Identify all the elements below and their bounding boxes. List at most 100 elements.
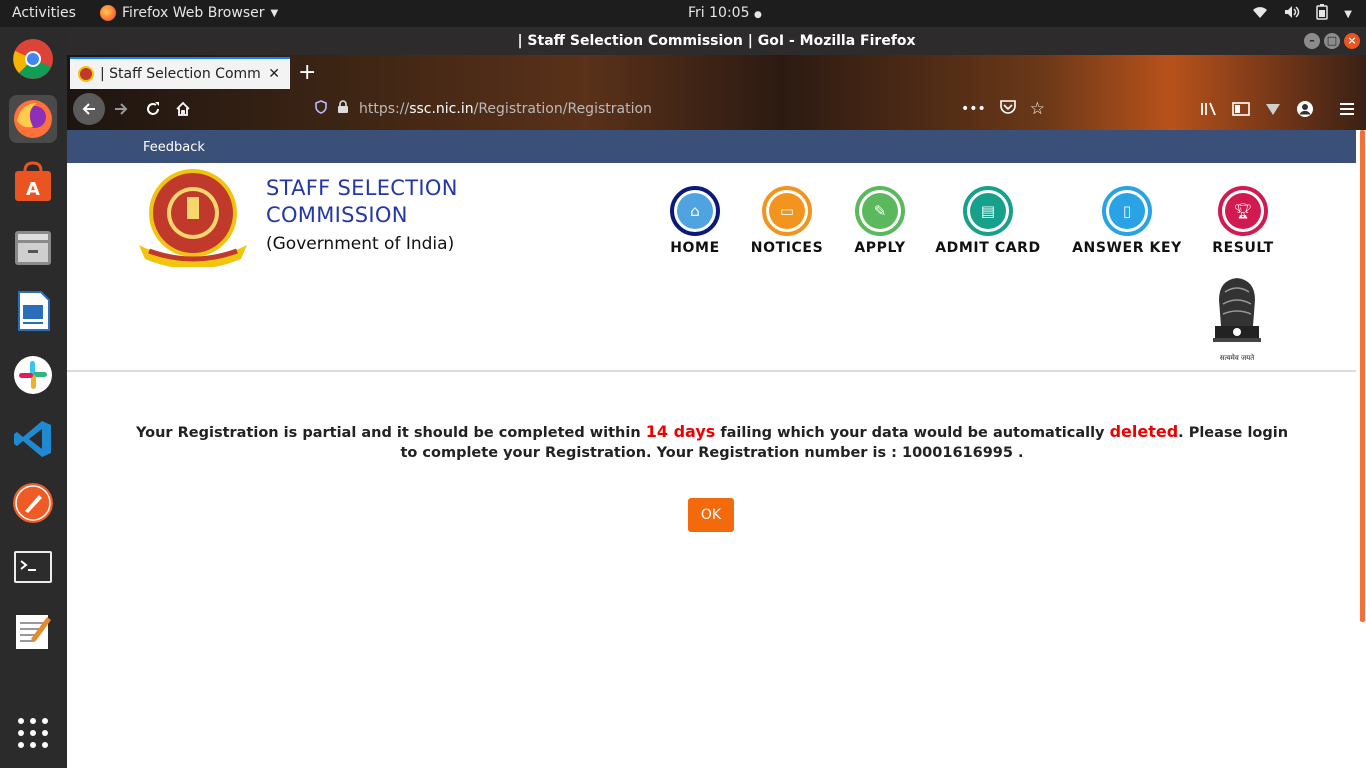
maximize-button[interactable]: □	[1324, 33, 1340, 49]
tab-title: | Staff Selection Commis	[100, 66, 260, 82]
software-launcher[interactable]: A	[9, 159, 57, 207]
notices-circle: ▭	[762, 186, 812, 236]
terminal-launcher[interactable]	[9, 543, 57, 591]
window-title-bar: | Staff Selection Commission | GoI - Moz…	[67, 27, 1366, 55]
window-title: | Staff Selection Commission | GoI - Moz…	[517, 33, 916, 49]
account-button[interactable]	[1291, 95, 1319, 123]
ok-button[interactable]: OK	[688, 498, 734, 532]
pocket-icon[interactable]	[999, 100, 1016, 118]
home-button[interactable]	[169, 95, 197, 123]
svg-text:A: A	[26, 179, 40, 200]
document-writer-icon	[18, 291, 50, 331]
close-window-button[interactable]: ×	[1344, 33, 1360, 49]
software-center-icon: A	[15, 161, 51, 201]
firefox-icon	[14, 100, 52, 138]
apply-circle: ✎	[855, 186, 905, 236]
result-circle: 🏆︎	[1218, 186, 1268, 236]
postman-launcher[interactable]	[9, 479, 57, 527]
notices-icon: ▭	[769, 193, 805, 229]
home-icon	[176, 101, 190, 116]
tracking-shield-icon[interactable]	[315, 100, 327, 118]
edit-icon: ✎	[862, 193, 898, 229]
page-actions-icon[interactable]: •••	[961, 101, 986, 117]
org-title-line2: COMMISSION	[266, 203, 408, 227]
bookmark-star-icon[interactable]: ☆	[1030, 99, 1045, 119]
app-menu-label: Firefox Web Browser	[122, 5, 265, 21]
app-grid-icon	[18, 718, 48, 748]
document-icon: ▯	[1109, 193, 1145, 229]
navigation-toolbar: https://ssc.nic.in/Registration/Registra…	[67, 89, 1366, 129]
menu-answer-key[interactable]: ▯ ANSWER KEY	[1067, 186, 1187, 256]
menu-home[interactable]: ⌂ HOME	[655, 186, 735, 256]
activities-button[interactable]: Activities	[12, 5, 76, 21]
menu-home-label: HOME	[670, 240, 720, 256]
home-icon: ⌂	[677, 193, 713, 229]
menu-notices[interactable]: ▭ NOTICES	[745, 186, 829, 256]
ssc-seal-icon	[139, 169, 247, 269]
minimize-button[interactable]: –	[1304, 33, 1320, 49]
library-icon	[1201, 102, 1216, 116]
ssc-favicon-icon	[78, 66, 94, 82]
extension-button[interactable]	[1259, 95, 1287, 123]
forward-button[interactable]	[107, 95, 135, 123]
dock: A	[0, 27, 67, 768]
menu-notices-label: NOTICES	[750, 240, 824, 256]
volume-icon	[1284, 5, 1300, 23]
chrome-icon	[13, 39, 53, 79]
message-days: 14 days	[645, 422, 716, 441]
reload-icon	[147, 102, 159, 115]
ssc-logo[interactable]	[135, 167, 251, 269]
close-tab-icon[interactable]: ✕	[268, 66, 280, 82]
admit-card-circle: ▤	[963, 186, 1013, 236]
url-host: ssc.nic.in	[409, 101, 474, 117]
app-menu[interactable]: Firefox Web Browser ▼	[100, 5, 278, 21]
menu-apply-label: APPLY	[854, 240, 906, 256]
menu-admit-card[interactable]: ▤ ADMIT CARD	[933, 186, 1043, 256]
registration-message: Your Registration is partial and it shou…	[127, 422, 1297, 463]
clock[interactable]: Fri 10:05 ●	[688, 5, 762, 21]
page-scrollbar[interactable]	[1356, 130, 1366, 768]
new-tab-button[interactable]: +	[298, 60, 316, 85]
slack-launcher[interactable]	[9, 351, 57, 399]
arrow-left-icon	[82, 103, 95, 115]
id-card-icon: ▤	[970, 193, 1006, 229]
firefox-icon	[100, 5, 116, 21]
feedback-link[interactable]: Feedback	[143, 140, 205, 155]
system-tray[interactable]: ▼	[1252, 4, 1352, 24]
sidebar-button[interactable]	[1227, 95, 1255, 123]
chevron-down-icon: ▼	[270, 7, 279, 19]
clock-text: Fri 10:05	[688, 5, 750, 21]
menu-apply[interactable]: ✎ APPLY	[840, 186, 920, 256]
menu-button[interactable]	[1333, 95, 1361, 123]
sidebar-icon	[1232, 102, 1250, 116]
menu-answer-key-label: ANSWER KEY	[1072, 240, 1182, 256]
chevron-down-icon: ▼	[1344, 8, 1352, 20]
library-button[interactable]	[1195, 95, 1223, 123]
org-subtitle: (Government of India)	[266, 234, 455, 254]
browser-tab[interactable]: | Staff Selection Commis ✕	[70, 57, 290, 89]
emblem-motto: सत्यमेव जयते	[1219, 354, 1255, 362]
back-button[interactable]	[73, 93, 105, 125]
firefox-launcher[interactable]	[9, 95, 57, 143]
lock-icon[interactable]	[337, 100, 349, 118]
menu-admit-card-label: ADMIT CARD	[935, 240, 1041, 256]
files-launcher[interactable]	[9, 223, 57, 271]
url-bar[interactable]: https://ssc.nic.in/Registration/Registra…	[309, 93, 1059, 125]
text-editor-launcher[interactable]	[9, 607, 57, 655]
url-scheme: https://	[359, 101, 410, 117]
vscode-launcher[interactable]	[9, 415, 57, 463]
show-apps-button[interactable]	[9, 709, 57, 757]
chrome-launcher[interactable]	[9, 35, 57, 83]
vscode-icon	[14, 421, 51, 457]
home-circle: ⌂	[670, 186, 720, 236]
arrow-right-icon	[115, 103, 128, 115]
national-emblem: सत्यमेव जयते	[1209, 274, 1265, 362]
scrollbar-thumb[interactable]	[1360, 130, 1365, 622]
menu-result[interactable]: 🏆︎ RESULT	[1203, 186, 1283, 256]
account-icon	[1297, 101, 1313, 117]
url-text: https://ssc.nic.in/Registration/Registra…	[359, 101, 652, 117]
writer-launcher[interactable]	[9, 287, 57, 335]
wifi-icon	[1252, 5, 1268, 23]
trophy-icon: 🏆︎	[1225, 193, 1261, 229]
reload-button[interactable]	[139, 95, 167, 123]
